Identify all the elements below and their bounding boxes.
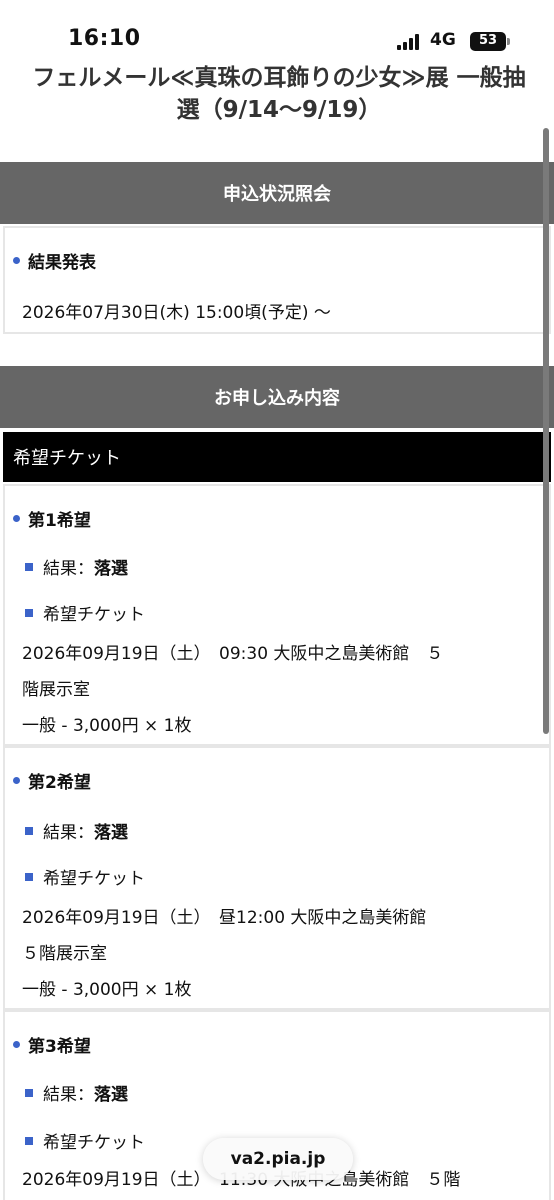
- choice-1-room: 階展示室: [22, 680, 90, 700]
- inquiry-section-header: 申込状況照会: [0, 162, 554, 224]
- bullet-square-icon: [25, 1136, 33, 1145]
- result-announcement-box: 結果発表 2026年07月30日(木) 15:00頃(予定) 〜: [3, 226, 551, 334]
- ticket-label: 希望チケット: [43, 1133, 145, 1153]
- choice-1-date-venue: 2026年09月19日（土） 09:30 大阪中之島美術館 ５: [22, 644, 444, 664]
- page-title-line1: フェルメール≪真珠の耳飾りの少女≫展 一般抽: [32, 65, 526, 91]
- choice-2-title: 第2希望: [28, 773, 91, 793]
- bullet-dot-icon: [13, 1041, 20, 1048]
- result-announcement-datetime: 2026年07月30日(木) 15:00頃(予定) 〜: [22, 303, 331, 323]
- choice-3-heading: 第3希望: [13, 1032, 91, 1057]
- status-time: 16:10: [68, 26, 141, 51]
- choice-1-box: 第1希望 結果： 落選 希望チケット 2026年09月19日（土） 09:30 …: [3, 484, 551, 746]
- result-announcement-label: 結果発表: [28, 253, 96, 273]
- cellular-signal-icon: [397, 34, 423, 50]
- choice-1-result: 結果： 落選: [25, 554, 128, 579]
- result-value: 落選: [94, 1085, 128, 1105]
- choice-1-ticket-label: 希望チケット: [25, 600, 145, 625]
- bullet-dot-icon: [13, 515, 20, 522]
- choice-2-date-venue: 2026年09月19日（土） 昼12:00 大阪中之島美術館: [22, 908, 427, 928]
- choice-3-title: 第3希望: [28, 1037, 91, 1057]
- network-type: 4G: [430, 30, 456, 50]
- choice-2-room: ５階展示室: [22, 944, 107, 964]
- application-section-header: お申し込み内容: [0, 366, 554, 428]
- page-scrollbar[interactable]: [543, 128, 549, 734]
- bullet-square-icon: [25, 562, 33, 571]
- result-prefix: 結果：: [43, 559, 94, 579]
- bullet-square-icon: [25, 826, 33, 835]
- choice-2-result: 結果： 落選: [25, 818, 128, 843]
- result-prefix: 結果：: [43, 823, 94, 843]
- browser-url-pill[interactable]: va2.pia.jp: [203, 1138, 353, 1180]
- bullet-square-icon: [25, 608, 33, 617]
- choice-3-ticket-label: 希望チケット: [25, 1128, 145, 1153]
- status-bar: 16:10 4G 53: [0, 0, 554, 58]
- result-value: 落選: [94, 823, 128, 843]
- choice-2-heading: 第2希望: [13, 768, 91, 793]
- battery-icon: 53: [470, 32, 506, 51]
- ticket-label: 希望チケット: [43, 605, 145, 625]
- choice-3-result: 結果： 落選: [25, 1080, 128, 1105]
- choice-1-heading: 第1希望: [13, 506, 91, 531]
- battery-level: 53: [478, 33, 498, 48]
- bullet-square-icon: [25, 872, 33, 881]
- page-title-line2: 選（9/14〜9/19）: [176, 97, 382, 123]
- result-announcement-heading: 結果発表: [13, 248, 96, 273]
- battery-tip: [507, 38, 510, 45]
- bullet-dot-icon: [13, 777, 20, 784]
- result-value: 落選: [94, 559, 128, 579]
- choice-1-title: 第1希望: [28, 511, 91, 531]
- bullet-dot-icon: [13, 257, 20, 264]
- result-prefix: 結果：: [43, 1085, 94, 1105]
- choice-2-price: 一般 - 3,000円 × 1枚: [22, 980, 192, 1000]
- bullet-square-icon: [25, 1088, 33, 1097]
- page-title: フェルメール≪真珠の耳飾りの少女≫展 一般抽 選（9/14〜9/19）: [6, 62, 552, 126]
- choice-2-box: 第2希望 結果： 落選 希望チケット 2026年09月19日（土） 昼12:00…: [3, 746, 551, 1010]
- desired-ticket-bar: 希望チケット: [3, 432, 551, 482]
- choice-1-price: 一般 - 3,000円 × 1枚: [22, 716, 192, 736]
- choice-2-ticket-label: 希望チケット: [25, 864, 145, 889]
- ticket-label: 希望チケット: [43, 869, 145, 889]
